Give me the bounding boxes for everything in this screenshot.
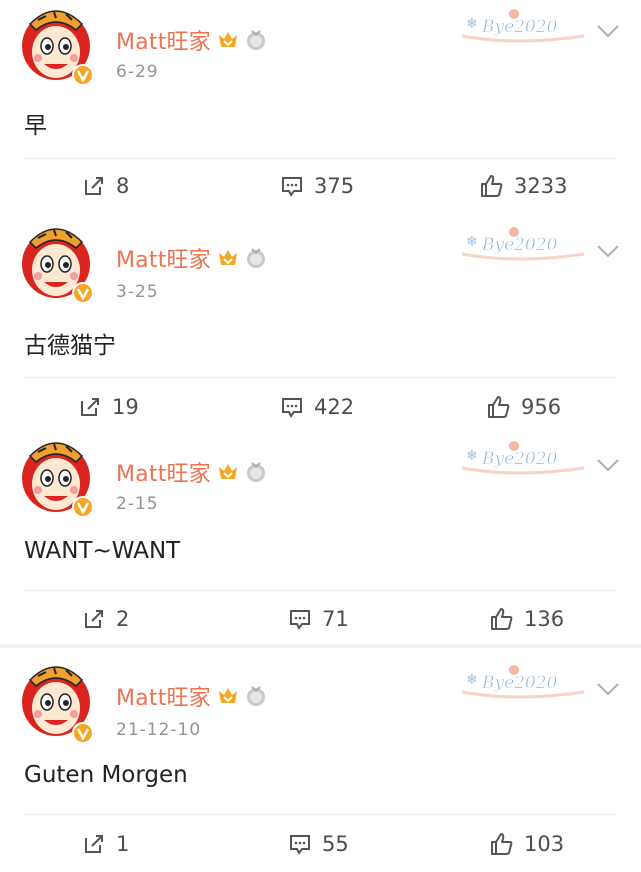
repost-count: 8 xyxy=(116,174,130,198)
silver-medal-icon[interactable] xyxy=(245,247,267,269)
divider xyxy=(24,814,617,815)
svg-text:Bye2020: Bye2020 xyxy=(481,17,558,37)
post-text: 早 xyxy=(24,113,47,139)
comment-count: 71 xyxy=(322,607,349,631)
svg-text:Bye2020: Bye2020 xyxy=(481,673,558,693)
feed-post[interactable]: Matt旺家 6-29 Bye2020 ❄ 早 8 375 3233 xyxy=(0,0,641,210)
repost-button[interactable]: 2 xyxy=(82,599,129,639)
author-row: Matt旺家 xyxy=(116,680,267,712)
like-icon xyxy=(491,833,513,855)
comment-icon xyxy=(282,177,302,197)
vip-crown-badge-icon[interactable] xyxy=(217,461,239,483)
verified-v-icon xyxy=(72,722,94,744)
svg-text:❄: ❄ xyxy=(466,234,478,250)
repost-count: 2 xyxy=(116,607,130,631)
like-count: 136 xyxy=(524,607,565,631)
repost-button[interactable]: 19 xyxy=(78,387,139,427)
post-actions: 19 422 956 xyxy=(0,387,641,427)
repost-icon xyxy=(85,835,103,853)
author-name[interactable]: Matt旺家 xyxy=(116,24,211,56)
vip-crown-badge-icon[interactable] xyxy=(217,685,239,707)
repost-count: 19 xyxy=(112,395,139,419)
bye2020-card-decoration: Bye2020 ❄ xyxy=(461,665,585,699)
author-name[interactable]: Matt旺家 xyxy=(116,242,211,274)
post-actions: 2 71 136 xyxy=(0,599,641,639)
svg-text:❄: ❄ xyxy=(466,16,478,32)
bye2020-card-decoration: Bye2020 ❄ xyxy=(461,9,585,43)
chevron-down-icon[interactable] xyxy=(596,682,620,696)
like-button[interactable]: 3233 xyxy=(480,166,567,206)
post-text: 古德猫宁 xyxy=(24,333,116,359)
silver-medal-icon[interactable] xyxy=(245,29,267,51)
divider xyxy=(24,377,617,378)
vip-crown-badge-icon[interactable] xyxy=(217,29,239,51)
comment-button[interactable]: 375 xyxy=(280,166,354,206)
repost-count: 1 xyxy=(116,832,130,856)
post-text: Guten Morgen xyxy=(24,762,188,788)
post-text: WANT~WANT xyxy=(24,538,181,564)
comment-button[interactable]: 422 xyxy=(280,387,354,427)
vip-crown-badge-icon[interactable] xyxy=(217,247,239,269)
like-button[interactable]: 956 xyxy=(487,387,561,427)
like-button[interactable]: 136 xyxy=(490,599,564,639)
post-date: 2-15 xyxy=(116,494,159,514)
author-row: Matt旺家 xyxy=(116,456,267,488)
comment-icon xyxy=(282,398,302,418)
author-row: Matt旺家 xyxy=(116,24,267,56)
svg-text:❄: ❄ xyxy=(466,672,478,688)
svg-text:❄: ❄ xyxy=(466,448,478,464)
comment-button[interactable]: 71 xyxy=(288,599,349,639)
silver-medal-icon[interactable] xyxy=(245,461,267,483)
comment-icon xyxy=(290,610,310,630)
chevron-down-icon[interactable] xyxy=(596,24,620,38)
verified-v-icon xyxy=(72,64,94,86)
like-icon xyxy=(481,175,503,197)
repost-icon xyxy=(85,610,103,628)
author-name[interactable]: Matt旺家 xyxy=(116,680,211,712)
verified-v-icon xyxy=(72,282,94,304)
post-date: 3-25 xyxy=(116,282,159,302)
post-actions: 1 55 103 xyxy=(0,824,641,864)
like-count: 3233 xyxy=(514,174,568,198)
feed-post[interactable]: Matt旺家 2-15 Bye2020 ❄ WANT~WANT 2 71 136 xyxy=(0,426,641,644)
like-count: 103 xyxy=(524,832,565,856)
divider xyxy=(24,158,617,159)
like-icon xyxy=(491,608,513,630)
author-name[interactable]: Matt旺家 xyxy=(116,456,211,488)
verified-v-icon xyxy=(72,496,94,518)
feed-post[interactable]: Matt旺家 3-25 Bye2020 ❄ 古德猫宁 19 422 956 xyxy=(0,212,641,424)
svg-text:Bye2020: Bye2020 xyxy=(481,235,558,255)
like-count: 956 xyxy=(521,395,562,419)
bye2020-card-decoration: Bye2020 ❄ xyxy=(461,227,585,261)
author-row: Matt旺家 xyxy=(116,242,267,274)
comment-count: 422 xyxy=(314,395,355,419)
repost-icon xyxy=(85,177,103,195)
silver-medal-icon[interactable] xyxy=(245,685,267,707)
comment-count: 55 xyxy=(322,832,349,856)
comment-count: 375 xyxy=(314,174,355,198)
comment-button[interactable]: 55 xyxy=(288,824,349,864)
feed-post[interactable]: Matt旺家 21-12-10 Bye2020 ❄ Guten Morgen 1… xyxy=(0,648,641,872)
post-actions: 8 375 3233 xyxy=(0,166,641,206)
like-button[interactable]: 103 xyxy=(490,824,564,864)
bye2020-card-decoration: Bye2020 ❄ xyxy=(461,441,585,475)
like-icon xyxy=(488,396,510,418)
repost-icon xyxy=(81,398,99,416)
post-date: 21-12-10 xyxy=(116,720,202,740)
divider xyxy=(24,590,617,591)
repost-button[interactable]: 8 xyxy=(82,166,129,206)
comment-icon xyxy=(290,835,310,855)
chevron-down-icon[interactable] xyxy=(596,458,620,472)
chevron-down-icon[interactable] xyxy=(596,244,620,258)
post-date: 6-29 xyxy=(116,62,159,82)
repost-button[interactable]: 1 xyxy=(82,824,129,864)
svg-text:Bye2020: Bye2020 xyxy=(481,449,558,469)
